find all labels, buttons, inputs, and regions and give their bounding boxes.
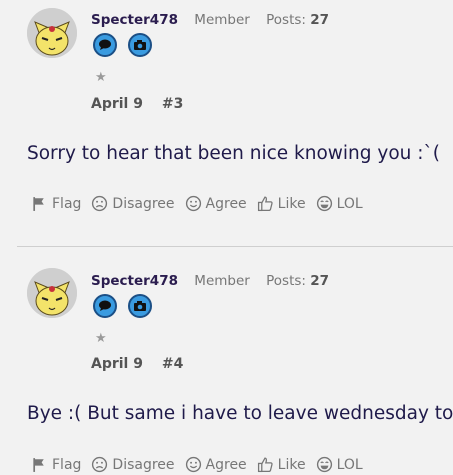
speech-bubble-icon[interactable] (93, 33, 117, 57)
camera-icon[interactable] (128, 294, 152, 318)
posts-label: Posts: (266, 273, 306, 289)
username[interactable]: Specter478 (91, 273, 178, 289)
lol-button[interactable]: LOL (316, 456, 363, 473)
agree-button[interactable]: Agree (185, 195, 247, 212)
post-message: Bye :( But same i have to leave wednesda… (27, 403, 453, 424)
user-role: Member (194, 273, 250, 289)
flag-label: Flag (52, 195, 82, 212)
disagree-label: Disagree (112, 195, 175, 212)
like-button[interactable]: Like (257, 195, 306, 212)
smile-icon (185, 456, 201, 473)
post-date-row: April 9 #4 (91, 356, 183, 372)
smile-icon (185, 195, 201, 212)
like-button[interactable]: Like (257, 456, 306, 473)
laugh-icon (316, 456, 332, 473)
post-date[interactable]: April 9 (91, 356, 143, 372)
lol-label: LOL (336, 195, 363, 212)
agree-button[interactable]: Agree (185, 456, 247, 473)
speech-bubble-icon[interactable] (93, 294, 117, 318)
posts-count: 27 (310, 12, 330, 28)
post-divider (17, 246, 453, 247)
avatar-cat-icon (27, 8, 77, 58)
flag-icon (33, 197, 44, 211)
lol-button[interactable]: LOL (316, 195, 363, 212)
post-message: Sorry to hear that been nice knowing you… (27, 143, 440, 164)
disagree-button[interactable]: Disagree (91, 456, 175, 473)
like-label: Like (277, 195, 306, 212)
lol-label: LOL (336, 456, 363, 473)
posts-count: 27 (310, 273, 330, 289)
post-meta: Specter478 Member Posts: 27 (91, 273, 329, 289)
flag-button[interactable]: Flag (31, 456, 81, 473)
frown-icon (92, 456, 108, 473)
like-label: Like (277, 456, 306, 473)
user-role: Member (194, 12, 250, 28)
agree-label: Agree (205, 456, 247, 473)
star-icon: ★ (95, 331, 107, 346)
flag-label: Flag (52, 456, 82, 473)
thumbs-up-icon (257, 196, 273, 212)
disagree-button[interactable]: Disagree (91, 195, 175, 212)
laugh-icon (316, 195, 332, 212)
flag-button[interactable]: Flag (31, 195, 81, 212)
post-number[interactable]: #4 (162, 356, 183, 372)
post-actions: Flag Disagree Agree Like LOL (31, 456, 373, 473)
frown-icon (92, 195, 108, 212)
avatar[interactable] (27, 268, 77, 318)
post-number[interactable]: #3 (162, 96, 183, 112)
post-meta: Specter478 Member Posts: 27 (91, 12, 329, 28)
posts-label: Posts: (266, 12, 306, 28)
flag-icon (33, 458, 44, 472)
disagree-label: Disagree (112, 456, 175, 473)
avatar-cat-icon (27, 268, 77, 318)
star-icon: ★ (95, 70, 107, 85)
post-date[interactable]: April 9 (91, 96, 143, 112)
camera-icon[interactable] (128, 33, 152, 57)
agree-label: Agree (205, 195, 247, 212)
username[interactable]: Specter478 (91, 12, 178, 28)
thumbs-up-icon (257, 457, 273, 473)
post-actions: Flag Disagree Agree Like LOL (31, 195, 373, 212)
post-date-row: April 9 #3 (91, 96, 183, 112)
avatar[interactable] (27, 8, 77, 58)
